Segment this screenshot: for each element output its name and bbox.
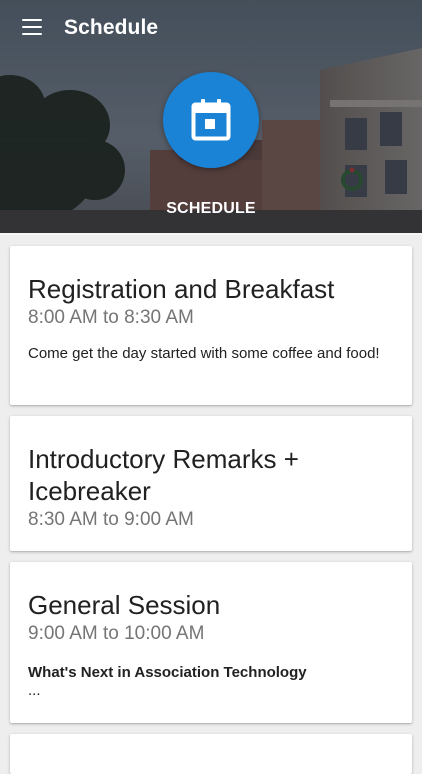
session-subtitle: What's Next in Association Technology [28, 664, 307, 681]
hamburger-menu-icon[interactable] [22, 18, 42, 36]
session-title: Introductory Remarks + Icebreaker [28, 444, 299, 506]
header-divider [0, 233, 422, 235]
session-card[interactable]: Registration and Breakfast 8:00 AM to 8:… [10, 246, 412, 405]
calendar-icon [191, 99, 231, 141]
session-description: ... [28, 682, 41, 699]
session-description: Come get the day started with some coffe… [28, 345, 380, 362]
hero-header: Schedule SCHEDULE [0, 0, 422, 233]
session-card[interactable]: General Session 9:00 AM to 10:00 AM What… [10, 562, 412, 723]
session-title: General Session [28, 590, 221, 620]
hero-label: SCHEDULE [166, 200, 256, 217]
session-title: Registration and Breakfast [28, 274, 335, 304]
app-bar: Schedule [0, 0, 422, 56]
session-time: 9:00 AM to 10:00 AM [28, 623, 205, 644]
app-title: Schedule [64, 16, 159, 39]
hero-icon-circle [163, 72, 259, 168]
session-time: 8:30 AM to 9:00 AM [28, 509, 194, 530]
session-card-partial[interactable] [10, 734, 412, 774]
session-card[interactable]: Introductory Remarks + Icebreaker 8:30 A… [10, 416, 412, 551]
session-time: 8:00 AM to 8:30 AM [28, 307, 194, 328]
